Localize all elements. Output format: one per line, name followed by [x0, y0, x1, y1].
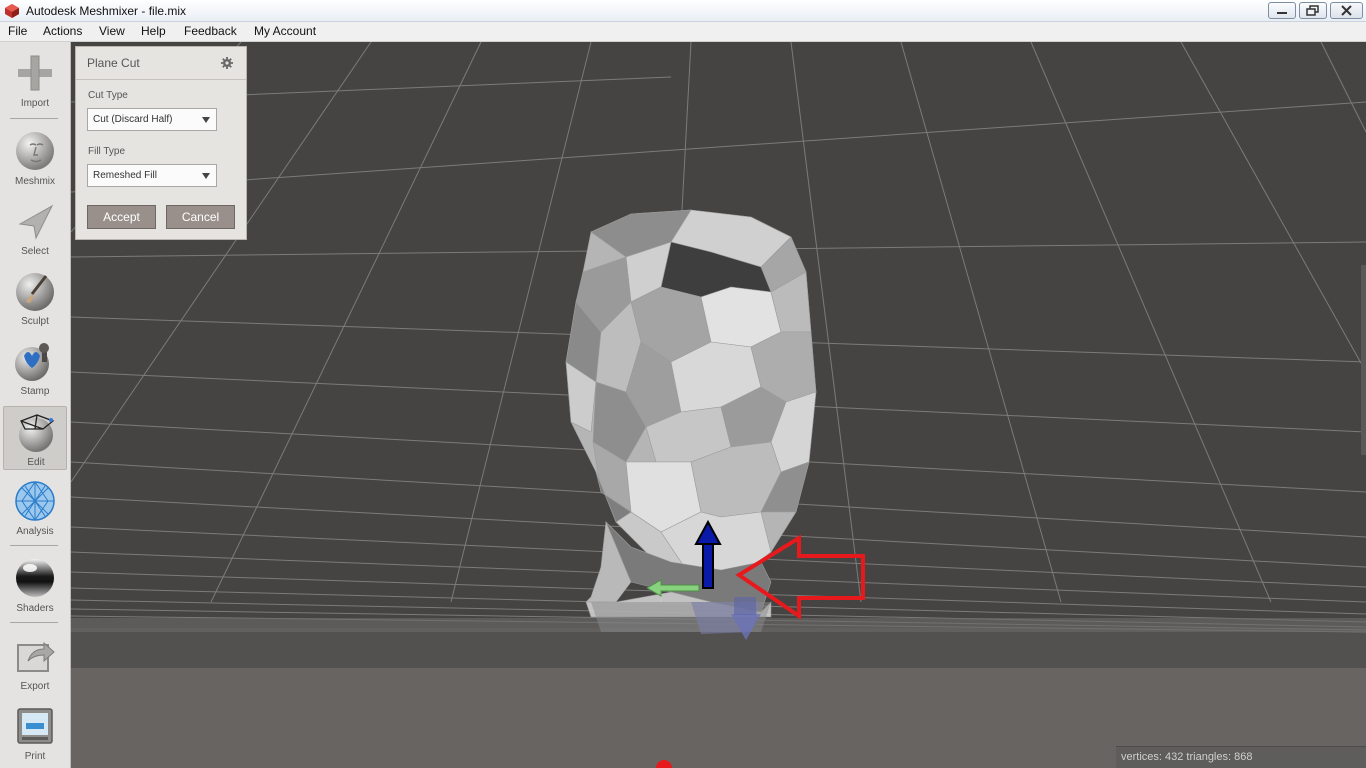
tool-shaders-label: Shaders	[16, 603, 54, 614]
meshmixer-logo-icon	[5, 4, 19, 18]
viewport-scroll-handle[interactable]	[1361, 265, 1366, 455]
minimize-button[interactable]	[1268, 2, 1296, 19]
toolbar-divider	[10, 545, 58, 546]
mesh-stats: vertices: 432 triangles: 868	[1116, 746, 1366, 768]
toolbar-divider	[10, 118, 58, 119]
stamp-icon	[15, 343, 49, 381]
fill-type-value: Remeshed Fill	[93, 170, 157, 181]
select-arrow-icon	[18, 204, 54, 240]
tool-export[interactable]: Export	[3, 631, 67, 695]
brush-ball-icon	[16, 273, 54, 311]
tool-stamp-label: Stamp	[20, 386, 50, 397]
chevron-down-icon	[202, 117, 210, 123]
fill-type-label: Fill Type	[88, 146, 126, 157]
close-icon	[1341, 5, 1352, 16]
export-icon	[17, 641, 55, 672]
restore-button[interactable]	[1299, 2, 1327, 19]
accept-button[interactable]: Accept	[87, 205, 156, 229]
cut-type-label: Cut Type	[88, 90, 128, 101]
tool-sidebar: Import Meshmix Select Sculpt Stamp Edit …	[0, 42, 71, 768]
menu-help[interactable]: Help	[141, 24, 166, 38]
close-button[interactable]	[1330, 2, 1363, 19]
cancel-button[interactable]: Cancel	[166, 205, 235, 229]
tool-sculpt[interactable]: Sculpt	[3, 266, 67, 330]
tool-print[interactable]: Print	[3, 701, 67, 765]
fill-type-select[interactable]: Remeshed Fill	[87, 164, 217, 187]
plus-icon	[18, 55, 52, 91]
head-model[interactable]	[565, 209, 817, 618]
scene-canvas	[71, 42, 1366, 768]
tool-sculpt-label: Sculpt	[21, 316, 49, 327]
menu-bar: File Actions View Help Feedback My Accou…	[0, 22, 1366, 42]
panel-title: Plane Cut	[87, 56, 140, 70]
title-bar: Autodesk Meshmixer - file.mix	[0, 0, 1366, 22]
menu-feedback[interactable]: Feedback	[184, 24, 237, 38]
tool-import[interactable]: Import	[3, 48, 67, 112]
window-title: Autodesk Meshmixer - file.mix	[26, 4, 187, 18]
toolbar-divider	[10, 622, 58, 623]
tool-select[interactable]: Select	[3, 196, 67, 260]
restore-icon	[1306, 5, 1319, 16]
tool-edit[interactable]: Edit	[3, 406, 67, 470]
menu-actions[interactable]: Actions	[43, 24, 82, 38]
gear-icon[interactable]	[221, 57, 233, 69]
tool-export-label: Export	[20, 681, 50, 692]
cut-type-select[interactable]: Cut (Discard Half)	[87, 108, 217, 131]
tool-meshmix-label: Meshmix	[14, 176, 55, 187]
printer-icon	[17, 708, 53, 744]
chrome-sphere-icon	[16, 559, 54, 597]
plane-cut-panel: Plane Cut Cut Type Cut (Discard Half) Fi…	[75, 46, 247, 240]
face-ball-icon	[16, 132, 54, 170]
tool-select-label: Select	[21, 246, 49, 257]
tool-analysis[interactable]: Analysis	[3, 476, 67, 540]
tool-stamp[interactable]: Stamp	[3, 336, 67, 400]
tool-import-label: Import	[20, 98, 50, 109]
tool-meshmix[interactable]: Meshmix	[3, 126, 67, 190]
tool-analysis-label: Analysis	[16, 526, 54, 537]
tool-print-label: Print	[24, 751, 46, 762]
menu-view[interactable]: View	[99, 24, 125, 38]
menu-file[interactable]: File	[8, 24, 27, 38]
tool-edit-label: Edit	[27, 457, 45, 468]
3d-viewport[interactable]	[71, 42, 1366, 768]
panel-divider	[76, 79, 246, 80]
chevron-down-icon	[202, 173, 210, 179]
cut-type-value: Cut (Discard Half)	[93, 114, 173, 125]
minimize-icon	[1277, 12, 1287, 14]
menu-my-account[interactable]: My Account	[254, 24, 316, 38]
tool-shaders[interactable]: Shaders	[3, 553, 67, 617]
edit-mesh-icon	[19, 414, 55, 452]
analysis-mesh-icon	[15, 481, 55, 521]
